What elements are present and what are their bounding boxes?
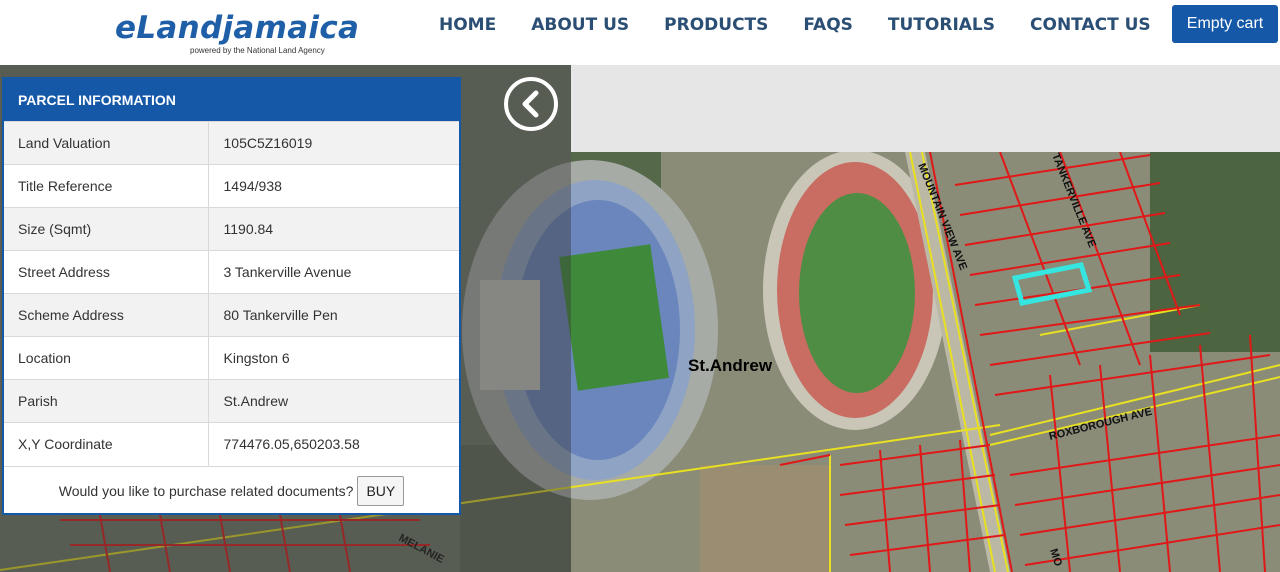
row-value: 1494/938 (208, 164, 459, 208)
row-value: 105C5Z16019 (208, 121, 459, 165)
site-header: eLandjamaica powered by the National Lan… (0, 0, 1280, 65)
row-value: 3 Tankerville Avenue (208, 250, 459, 294)
nav-home[interactable]: HOME (439, 15, 496, 35)
logo-title: eLandjamaica (115, 10, 360, 46)
buy-button[interactable]: BUY (357, 476, 405, 506)
table-row: X,Y Coordinate 774476.05,650203.58 (4, 422, 459, 466)
table-row: Size (Sqmt) 1190.84 (4, 207, 459, 251)
nav-faqs[interactable]: FAQS (803, 15, 853, 35)
purchase-footer: Would you like to purchase related docum… (4, 465, 459, 516)
parcel-table: Land Valuation 105C5Z16019 Title Referenc… (4, 121, 459, 466)
table-row: Parish St.Andrew (4, 379, 459, 423)
nav-products[interactable]: PRODUCTS (664, 15, 768, 35)
map-place-label: St.Andrew (688, 356, 773, 375)
purchase-prompt: Would you like to purchase related docum… (58, 483, 354, 499)
main-nav: HOME ABOUT US PRODUCTS FAQS TUTORIALS CO… (439, 14, 1186, 36)
row-label: Parish (4, 379, 209, 423)
map-top-band (571, 65, 1280, 152)
row-label: Street Address (4, 250, 209, 294)
row-label: X,Y Coordinate (4, 422, 209, 466)
row-label: Size (Sqmt) (4, 207, 209, 251)
row-label: Location (4, 336, 209, 380)
cart-button[interactable]: Empty cart (1172, 5, 1278, 43)
table-row: Scheme Address 80 Tankerville Pen (4, 293, 459, 337)
table-row: Land Valuation 105C5Z16019 (4, 121, 459, 165)
nav-about-us[interactable]: ABOUT US (531, 15, 629, 35)
nav-contact-us[interactable]: CONTACT US (1030, 15, 1151, 35)
row-value: 774476.05,650203.58 (208, 422, 459, 466)
panel-title: PARCEL INFORMATION (4, 79, 459, 121)
parcel-info-panel: PARCEL INFORMATION Land Valuation 105C5Z1… (2, 77, 461, 515)
table-row: Title Reference 1494/938 (4, 164, 459, 208)
site-logo[interactable]: eLandjamaica powered by the National Lan… (115, 10, 359, 58)
collapse-panel-button[interactable] (504, 77, 558, 131)
row-value: 1190.84 (208, 207, 459, 251)
row-value: St.Andrew (208, 379, 459, 423)
table-row: Location Kingston 6 (4, 336, 459, 380)
row-label: Scheme Address (4, 293, 209, 337)
table-row: Street Address 3 Tankerville Avenue (4, 250, 459, 294)
row-value: Kingston 6 (208, 336, 459, 380)
row-label: Land Valuation (4, 121, 209, 165)
chevron-left-icon (522, 90, 539, 118)
nav-tutorials[interactable]: TUTORIALS (888, 15, 995, 35)
row-value: 80 Tankerville Pen (208, 293, 459, 337)
logo-subtitle: powered by the National Land Agency (190, 46, 325, 55)
row-label: Title Reference (4, 164, 209, 208)
